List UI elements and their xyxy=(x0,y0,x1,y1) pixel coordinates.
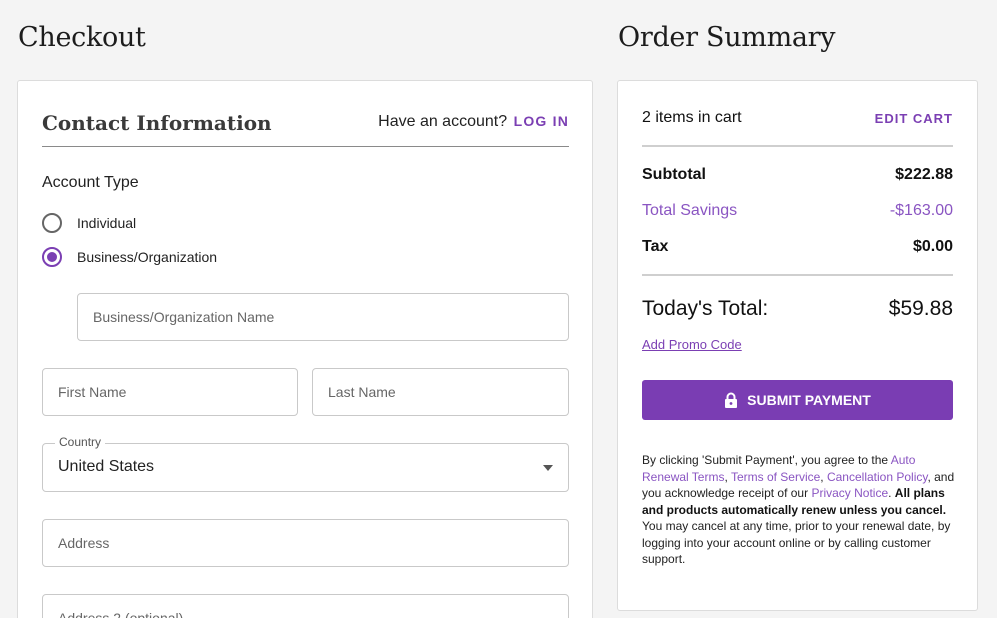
address2-placeholder: Address 2 (optional) xyxy=(58,610,184,618)
radio-button-business[interactable] xyxy=(42,247,62,267)
radio-option-business[interactable]: Business/Organization xyxy=(42,247,217,267)
radio-label-individual: Individual xyxy=(77,215,137,231)
savings-label: Total Savings xyxy=(642,202,738,219)
lock-icon xyxy=(725,392,738,408)
address2-input[interactable]: Address 2 (optional) xyxy=(42,594,569,618)
country-select[interactable]: Country United States xyxy=(42,435,569,492)
summary-divider xyxy=(642,145,953,147)
legal-text-part: You may cancel at any time, prior to you… xyxy=(642,519,951,566)
checkout-card: Contact Information Have an account? LOG… xyxy=(17,80,593,618)
address-placeholder: Address xyxy=(58,535,110,551)
address-input[interactable]: Address xyxy=(42,519,569,567)
cart-items-row: 2 items in cart EDIT CART xyxy=(642,109,953,127)
total-amount: $59.88 xyxy=(888,297,953,320)
login-link[interactable]: LOG IN xyxy=(514,113,569,129)
tax-amount: $0.00 xyxy=(912,238,953,255)
business-name-input[interactable]: Business/Organization Name xyxy=(77,293,569,341)
contact-header: Contact Information Have an account? LOG… xyxy=(42,109,569,147)
radio-option-individual[interactable]: Individual xyxy=(42,213,136,233)
radio-button-individual[interactable] xyxy=(42,213,62,233)
tax-row: Tax $0.00 xyxy=(642,238,953,256)
add-promo-code-link[interactable]: Add Promo Code xyxy=(642,337,742,352)
order-summary-card: 2 items in cart EDIT CART Subtotal $222.… xyxy=(617,80,978,611)
submit-payment-button[interactable]: SUBMIT PAYMENT xyxy=(642,380,953,420)
cancellation-policy-link[interactable]: Cancellation Policy xyxy=(827,470,928,484)
cart-items-count: 2 items in cart xyxy=(642,109,742,126)
legal-text-part: , xyxy=(820,469,827,484)
savings-amount: -$163.00 xyxy=(889,202,953,219)
legal-text: By clicking 'Submit Payment', you agree … xyxy=(642,452,955,568)
legal-text-part: By clicking 'Submit Payment', you agree … xyxy=(642,453,891,467)
account-type-label: Account Type xyxy=(42,174,139,191)
subtotal-amount: $222.88 xyxy=(895,166,953,183)
legal-text-part: . xyxy=(888,486,895,500)
first-name-input[interactable]: First Name xyxy=(42,368,298,416)
chevron-down-icon[interactable] xyxy=(543,465,553,471)
terms-of-service-link[interactable]: Terms of Service xyxy=(731,470,820,484)
first-name-placeholder: First Name xyxy=(58,384,127,400)
order-summary-title: Order Summary xyxy=(618,22,836,53)
total-label: Today's Total: xyxy=(642,297,769,320)
country-label: Country xyxy=(55,435,106,449)
contact-info-heading: Contact Information xyxy=(42,111,272,135)
have-account-label: Have an account? xyxy=(378,113,508,130)
last-name-placeholder: Last Name xyxy=(328,384,396,400)
country-value: United States xyxy=(58,458,155,475)
savings-row: Total Savings -$163.00 xyxy=(642,202,953,220)
total-row: Today's Total: $59.88 xyxy=(642,297,953,321)
last-name-input[interactable]: Last Name xyxy=(312,368,569,416)
have-account-text: Have an account? LOG IN xyxy=(378,113,569,131)
edit-cart-link[interactable]: EDIT CART xyxy=(875,111,953,126)
tax-label: Tax xyxy=(642,238,669,255)
radio-label-business: Business/Organization xyxy=(77,249,218,265)
summary-divider xyxy=(642,274,953,276)
privacy-notice-link[interactable]: Privacy Notice xyxy=(811,486,888,500)
checkout-title: Checkout xyxy=(18,22,146,53)
business-name-placeholder: Business/Organization Name xyxy=(93,309,275,325)
subtotal-row: Subtotal $222.88 xyxy=(642,166,953,184)
submit-payment-label: SUBMIT PAYMENT xyxy=(747,392,871,408)
subtotal-label: Subtotal xyxy=(642,166,706,183)
